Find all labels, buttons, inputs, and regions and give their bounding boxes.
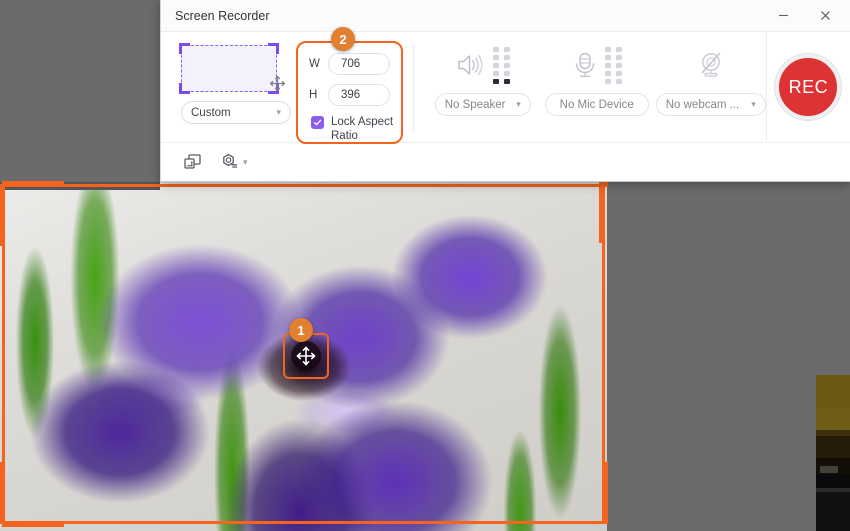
- webcam-control: No webcam ... ▾: [655, 41, 766, 116]
- screen-capture-icon: [184, 154, 201, 169]
- window-titlebar: Screen Recorder: [161, 0, 850, 32]
- chevron-down-icon: ▾: [516, 99, 521, 109]
- speaker-control: No Speaker ▾: [428, 41, 538, 116]
- region-preset-value: Custom: [191, 106, 231, 119]
- lock-aspect-ratio-label: Lock Aspect Ratio: [331, 116, 394, 142]
- bottom-toolbar: ▾: [161, 142, 850, 181]
- region-corner-top-left: [179, 43, 190, 54]
- region-column: Custom ▾: [161, 32, 291, 142]
- speaker-value: No Speaker: [444, 98, 506, 111]
- speaker-select[interactable]: No Speaker ▾: [434, 93, 531, 116]
- height-row: H: [309, 84, 401, 106]
- lock-aspect-ratio-checkbox[interactable]: [311, 116, 324, 129]
- microphone-icon[interactable]: [572, 51, 598, 79]
- move-arrows-icon: [269, 75, 286, 92]
- webcam-icons: [696, 41, 726, 89]
- settings-button[interactable]: ▾: [220, 153, 248, 171]
- window-title: Screen Recorder: [175, 8, 270, 23]
- size-settings-group: W H Lock Aspect Ratio: [296, 41, 403, 144]
- settings-gear-icon: [223, 153, 238, 168]
- chevron-down-icon: ▾: [243, 156, 248, 167]
- record-button[interactable]: REC: [775, 54, 842, 120]
- minimize-button[interactable]: [762, 0, 804, 31]
- screen: 1 Screen Recorder Custom ▾ W 706 H 396 L…: [0, 0, 850, 531]
- step-badge-1: 1: [289, 318, 313, 342]
- desktop-strip: [0, 182, 160, 190]
- close-icon: [820, 11, 830, 20]
- microphone-level-meter: [604, 46, 622, 84]
- chevron-down-icon: ▾: [276, 107, 281, 117]
- move-arrows-icon: [296, 346, 316, 366]
- webcam-select[interactable]: No webcam ... ▾: [655, 93, 766, 116]
- move-handle-dot[interactable]: [291, 341, 321, 371]
- background-window-sliver: [816, 370, 850, 531]
- microphone-select[interactable]: No Mic Device: [544, 93, 649, 116]
- step-badge-2: 2: [331, 27, 355, 51]
- microphone-icons: [572, 41, 622, 89]
- screen-recorder-window: Screen Recorder Custom ▾ W 706 H 396 Loc…: [160, 0, 850, 182]
- lock-aspect-ratio-row[interactable]: Lock Aspect Ratio: [309, 115, 401, 143]
- webcam-value: No webcam ...: [665, 98, 740, 111]
- speaker-level-meter: [492, 46, 510, 84]
- region-corner-top-right: [268, 43, 279, 54]
- close-button[interactable]: [804, 0, 846, 31]
- width-input[interactable]: [328, 53, 390, 75]
- region-preset-select[interactable]: Custom ▾: [181, 101, 291, 124]
- device-controls: No Speaker ▾ No Mic Device No webcam ...…: [414, 32, 766, 142]
- webcam-off-icon[interactable]: [696, 51, 726, 79]
- region-rect: [181, 45, 277, 92]
- record-column: REC: [765, 32, 850, 142]
- width-label: W: [309, 58, 320, 70]
- region-preview[interactable]: [179, 43, 286, 94]
- region-corner-bottom-left: [179, 83, 190, 94]
- background-window-speaker-icon: [820, 466, 838, 473]
- height-input[interactable]: [328, 84, 390, 106]
- speaker-icon[interactable]: [456, 52, 486, 78]
- region-move-cursor: [268, 74, 287, 98]
- minimize-icon: [778, 14, 788, 17]
- checkmark-icon: [313, 119, 322, 126]
- speaker-icons: [456, 41, 510, 89]
- microphone-control: No Mic Device: [542, 41, 652, 116]
- main-toolbar: Custom ▾ W H: [161, 32, 850, 144]
- width-row: W: [309, 53, 401, 75]
- microphone-value: No Mic Device: [559, 98, 634, 111]
- screen-capture-button[interactable]: [183, 153, 202, 171]
- chevron-down-icon: ▾: [751, 99, 756, 109]
- height-label: H: [309, 89, 318, 101]
